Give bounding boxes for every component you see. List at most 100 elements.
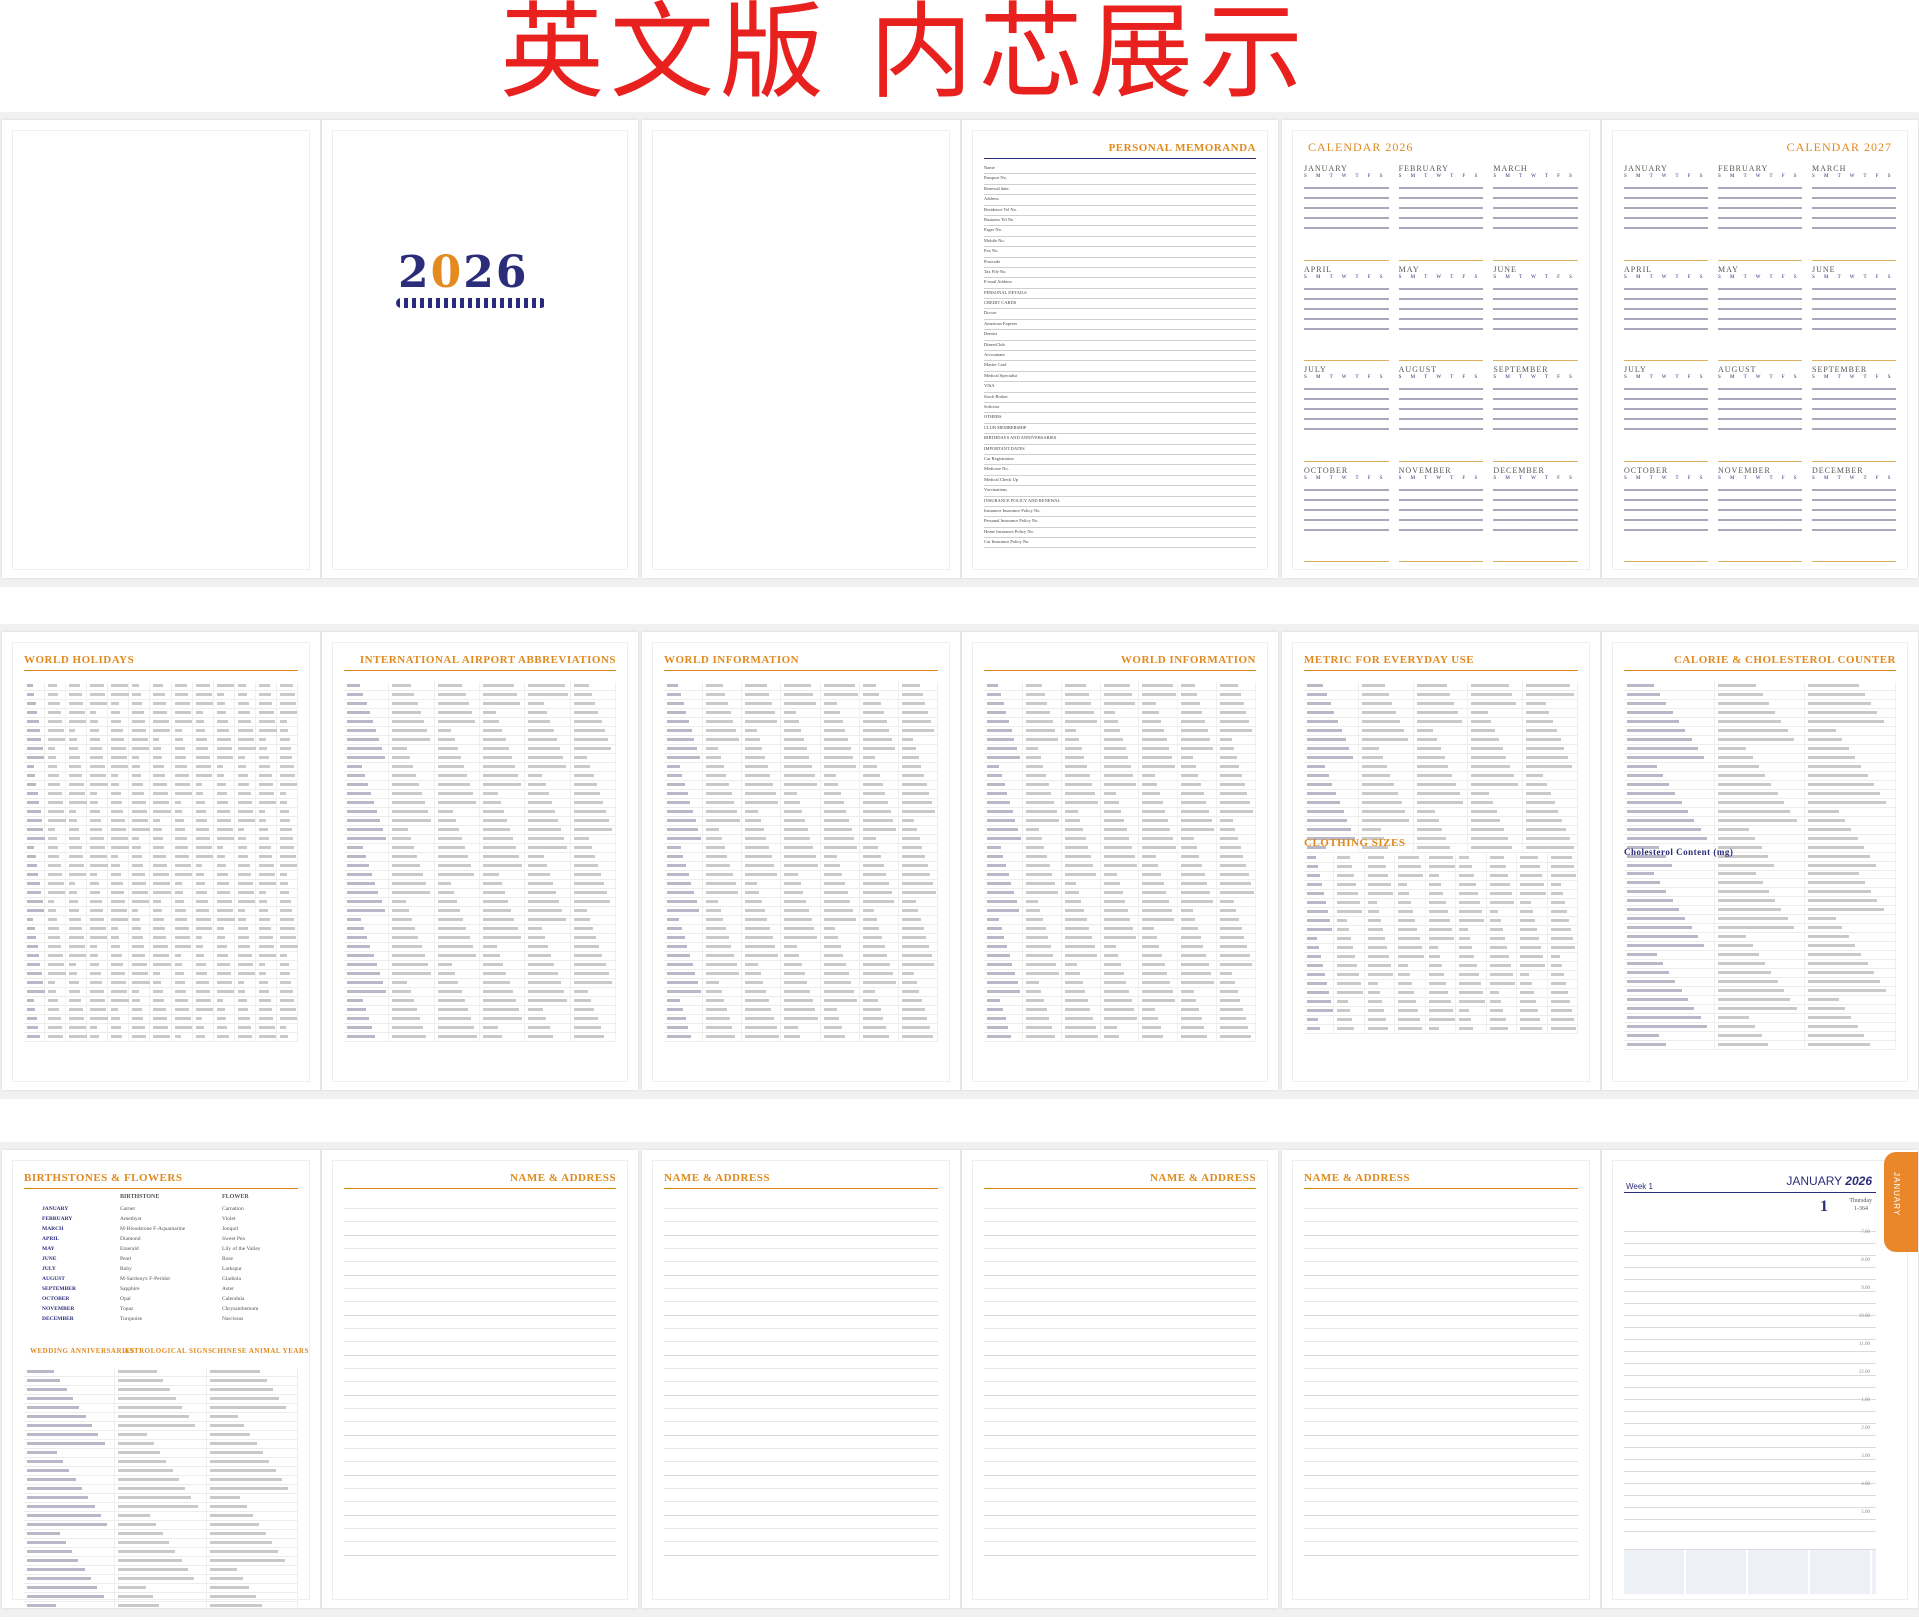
address-entry[interactable] xyxy=(344,1236,616,1276)
memoranda-row[interactable]: Medical Specialist xyxy=(984,372,1256,383)
birthstone-row: APRIL Diamond Sweet Pea xyxy=(42,1236,298,1246)
address-entry[interactable] xyxy=(344,1356,616,1396)
memoranda-row[interactable]: VISA xyxy=(984,382,1256,393)
weekday-header: S M T W T F S xyxy=(1812,174,1895,179)
address-entry[interactable] xyxy=(984,1276,1256,1316)
memoranda-row[interactable]: IMPORTANT DATES xyxy=(984,445,1256,455)
memoranda-row[interactable]: OTHERS xyxy=(984,413,1256,424)
table-row xyxy=(984,799,1257,808)
memoranda-row[interactable]: Doctor xyxy=(984,309,1256,320)
memoranda-row[interactable]: Tax File No. xyxy=(984,268,1256,279)
diary-lines[interactable] xyxy=(1624,1220,1876,1538)
address-entries-4[interactable] xyxy=(1304,1196,1578,1588)
table-row xyxy=(24,754,299,763)
memoranda-row[interactable]: Stock Broker xyxy=(984,393,1256,403)
memoranda-row[interactable]: Vaccinations xyxy=(984,486,1256,497)
banner: 英文版 内芯展示 xyxy=(0,0,1919,112)
memoranda-row[interactable]: Passport No. xyxy=(984,174,1256,185)
address-entry[interactable] xyxy=(1304,1236,1578,1276)
address-entry[interactable] xyxy=(1304,1476,1578,1516)
birthstone-row: MAY Emerald Lily of the Valley xyxy=(42,1246,298,1256)
memoranda-row[interactable]: Accountant xyxy=(984,351,1256,362)
address-entry[interactable] xyxy=(984,1356,1256,1396)
memoranda-row[interactable]: Renewal date: xyxy=(984,185,1256,196)
address-entries-2[interactable] xyxy=(664,1196,938,1588)
memoranda-row[interactable]: American Express xyxy=(984,320,1256,331)
memoranda-row[interactable]: Personal Insurance Policy No. xyxy=(984,517,1256,528)
memoranda-row[interactable]: CLUB MEMBERSHIP xyxy=(984,424,1256,435)
address-entry[interactable] xyxy=(344,1276,616,1316)
address-entry[interactable] xyxy=(344,1316,616,1356)
month-tab[interactable]: JANUARY xyxy=(1884,1152,1918,1252)
memoranda-row[interactable]: Master Card xyxy=(984,361,1256,372)
address-entry[interactable] xyxy=(1304,1396,1578,1436)
table-row xyxy=(664,763,938,772)
table-row xyxy=(984,700,1257,709)
address-entry[interactable] xyxy=(344,1396,616,1436)
memoranda-row[interactable]: Medicare No. xyxy=(984,465,1256,476)
table-row xyxy=(984,745,1257,754)
table-row xyxy=(984,709,1257,718)
memoranda-row[interactable]: Medical Check Up xyxy=(984,476,1256,487)
address-entry[interactable] xyxy=(664,1516,938,1556)
memoranda-row[interactable]: INSURANCE POLICY AND RENEWAL xyxy=(984,497,1256,507)
memoranda-row[interactable]: Solicitor xyxy=(984,403,1256,414)
memoranda-row[interactable]: Mobile No. xyxy=(984,237,1256,248)
memoranda-row[interactable]: CREDIT CARDS xyxy=(984,299,1256,310)
address-entry[interactable] xyxy=(1304,1436,1578,1476)
memoranda-row[interactable]: Fax No. xyxy=(984,247,1256,258)
memoranda-row[interactable]: Car Insurance Policy No. xyxy=(984,538,1256,549)
memoranda-row[interactable]: Address xyxy=(984,195,1256,206)
address-entry[interactable] xyxy=(664,1356,938,1396)
address-entry[interactable] xyxy=(344,1196,616,1236)
address-entries-3[interactable] xyxy=(984,1196,1256,1588)
memoranda-row[interactable]: E-mail Address xyxy=(984,278,1256,289)
address-entry[interactable] xyxy=(984,1236,1256,1276)
address-entry[interactable] xyxy=(664,1316,938,1356)
memoranda-row[interactable]: Postcode xyxy=(984,258,1256,268)
address-entry[interactable] xyxy=(344,1436,616,1476)
memoranda-row[interactable]: Insurance Insurance Policy No. xyxy=(984,507,1256,518)
address-entry[interactable] xyxy=(1304,1356,1578,1396)
address-entry[interactable] xyxy=(664,1276,938,1316)
address-entry[interactable] xyxy=(984,1196,1256,1236)
month-name: FEBRUARY xyxy=(1718,164,1769,173)
address-entry[interactable] xyxy=(664,1396,938,1436)
month-day-grid xyxy=(1812,384,1896,430)
table-row xyxy=(24,1413,298,1422)
address-entry[interactable] xyxy=(1304,1316,1578,1356)
table-row xyxy=(1624,808,1897,817)
address-entry[interactable] xyxy=(984,1476,1256,1516)
address-entry[interactable] xyxy=(984,1396,1256,1436)
address-entry[interactable] xyxy=(664,1436,938,1476)
address-entry[interactable] xyxy=(984,1516,1256,1556)
memoranda-row[interactable]: PERSONAL DETAILS xyxy=(984,289,1256,300)
memoranda-row[interactable]: Name xyxy=(984,164,1256,175)
table-row xyxy=(1304,989,1578,998)
address-entry[interactable] xyxy=(664,1196,938,1236)
memoranda-row[interactable]: DinersClub xyxy=(984,341,1256,352)
address-entry[interactable] xyxy=(1304,1516,1578,1556)
weekday-header: S M T W T F S xyxy=(1398,274,1482,280)
month-name: JUNE xyxy=(1493,264,1517,274)
memoranda-row[interactable]: BIRTHDAYS AND ANNIVERSARIES xyxy=(984,434,1256,445)
address-entry[interactable] xyxy=(664,1236,938,1276)
memoranda-row[interactable]: Home Insurance Policy No. xyxy=(984,528,1256,539)
memoranda-row[interactable]: Residence Tel No. xyxy=(984,206,1256,216)
month-name: JANUARY xyxy=(1624,164,1668,173)
address-entry[interactable] xyxy=(344,1476,616,1516)
memoranda-row[interactable]: Car Registration xyxy=(984,455,1256,466)
memoranda-label: E-mail Address xyxy=(984,279,1012,285)
address-entry[interactable] xyxy=(984,1436,1256,1476)
calendar-month: JUNE S M T W T F S xyxy=(1493,264,1578,361)
address-entry[interactable] xyxy=(664,1476,938,1516)
address-entry[interactable] xyxy=(1304,1196,1578,1236)
address-entries-1[interactable] xyxy=(344,1196,616,1588)
address-entry[interactable] xyxy=(344,1516,616,1556)
memoranda-row[interactable]: Dentist xyxy=(984,330,1256,341)
memoranda-row[interactable]: Pager No. xyxy=(984,226,1256,237)
memoranda-row[interactable]: Business Tel No xyxy=(984,216,1256,227)
address-entry[interactable] xyxy=(1304,1276,1578,1316)
birthstone-flower: Lily of the Valley xyxy=(222,1246,261,1252)
address-entry[interactable] xyxy=(984,1316,1256,1356)
